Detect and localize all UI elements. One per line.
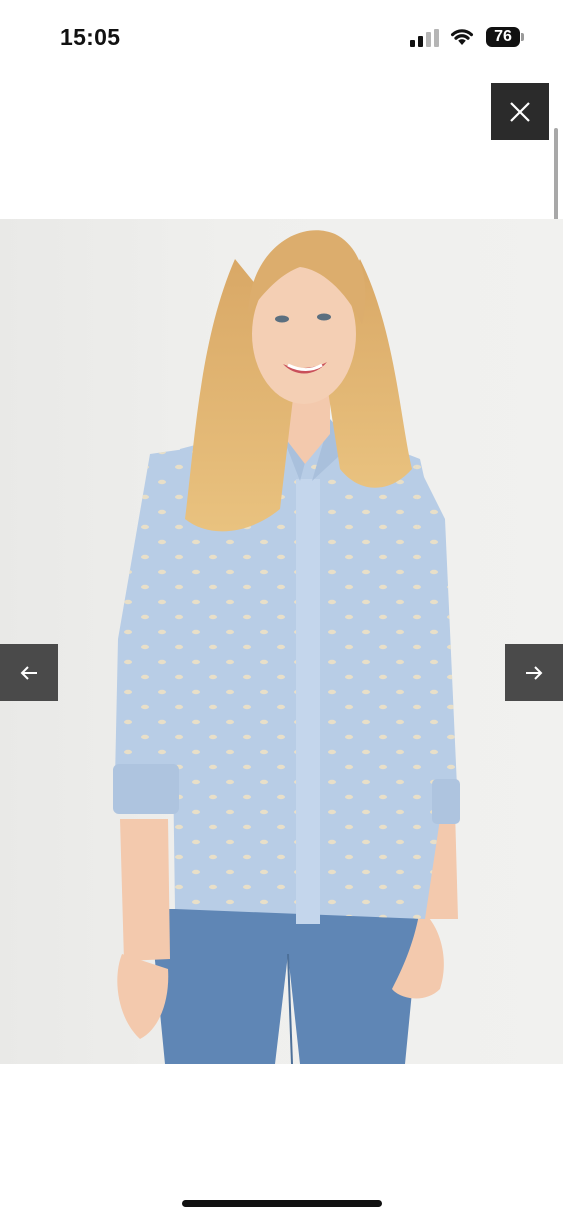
battery-indicator: 76 xyxy=(486,27,520,47)
home-indicator[interactable] xyxy=(182,1200,382,1207)
next-image-button[interactable] xyxy=(505,644,563,701)
product-image xyxy=(0,219,563,1064)
status-bar: 15:05 76 xyxy=(0,0,563,76)
previous-image-button[interactable] xyxy=(0,644,58,701)
cellular-signal-icon xyxy=(410,29,439,47)
close-icon xyxy=(510,101,530,122)
battery-cap xyxy=(521,33,524,41)
product-photo xyxy=(113,230,460,1064)
arrow-right-icon xyxy=(526,665,543,680)
arrow-left-icon xyxy=(20,665,37,680)
close-button[interactable] xyxy=(491,83,549,140)
status-time: 15:05 xyxy=(60,24,121,50)
battery-level: 76 xyxy=(494,28,512,45)
wifi-icon xyxy=(451,29,473,45)
